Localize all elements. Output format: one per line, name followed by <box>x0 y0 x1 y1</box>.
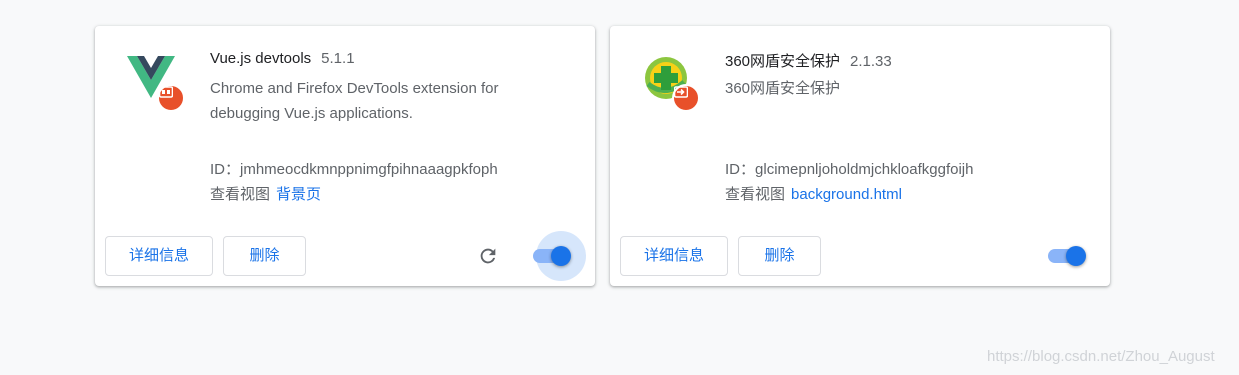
inspect-views-label: 查看视图 <box>725 186 786 203</box>
toggle-knob <box>551 246 571 266</box>
background-page-link[interactable]: 背景页 <box>276 186 321 203</box>
details-button[interactable]: 详细信息 <box>105 236 213 276</box>
360-shield-icon <box>640 54 704 118</box>
extension-id: jmhmeocdkmnppnimgfpihnaaagpkfoph <box>240 161 498 178</box>
extension-description: Chrome and Firefox DevTools extension fo… <box>210 80 499 122</box>
details-button[interactable]: 详细信息 <box>620 236 728 276</box>
id-label: ID： <box>210 161 241 178</box>
vue-logo-icon <box>125 54 189 118</box>
inspect-views-label: 查看视图 <box>210 186 271 203</box>
extension-version: 5.1.1 <box>321 50 355 67</box>
extension-id: glcimepnljoholdmjchkloafkggfoijh <box>755 161 974 178</box>
unpacked-extension-badge-icon <box>157 84 185 112</box>
extension-card-360: 360网盾安全保护 2.1.33 360网盾安全保护 ID：glcimepnljo… <box>610 26 1110 286</box>
extension-id-line: ID：jmhmeocdkmnppnimgfpihnaaagpkfoph <box>210 158 498 179</box>
remove-button[interactable]: 删除 <box>223 236 306 276</box>
enable-toggle[interactable] <box>1046 246 1086 266</box>
extension-name: 360网盾安全保护 <box>725 53 841 70</box>
extension-id-line: ID：glcimepnljoholdmjchkloafkggfoijh <box>725 158 973 179</box>
extension-title: Vue.js devtools 5.1.1 <box>210 50 355 67</box>
watermark: https://blog.csdn.net/Zhou_August <box>987 348 1215 365</box>
extension-name: Vue.js devtools <box>210 50 312 67</box>
inspect-views-line: 查看视图 background.html <box>725 183 902 204</box>
extension-card-vue-devtools: Vue.js devtools 5.1.1 Chrome and Firefox … <box>95 26 595 286</box>
remove-button[interactable]: 删除 <box>738 236 821 276</box>
extension-title: 360网盾安全保护 2.1.33 <box>725 50 892 71</box>
background-page-link[interactable]: background.html <box>791 186 902 203</box>
toggle-knob <box>1066 246 1086 266</box>
reload-icon[interactable] <box>477 245 499 267</box>
inspect-views-line: 查看视图 背景页 <box>210 183 321 204</box>
extension-version: 2.1.33 <box>850 53 892 70</box>
enable-toggle[interactable] <box>531 231 586 281</box>
id-label: ID： <box>725 161 756 178</box>
unpacked-extension-badge-icon <box>672 84 700 112</box>
extension-description: 360网盾安全保护 <box>725 80 841 97</box>
